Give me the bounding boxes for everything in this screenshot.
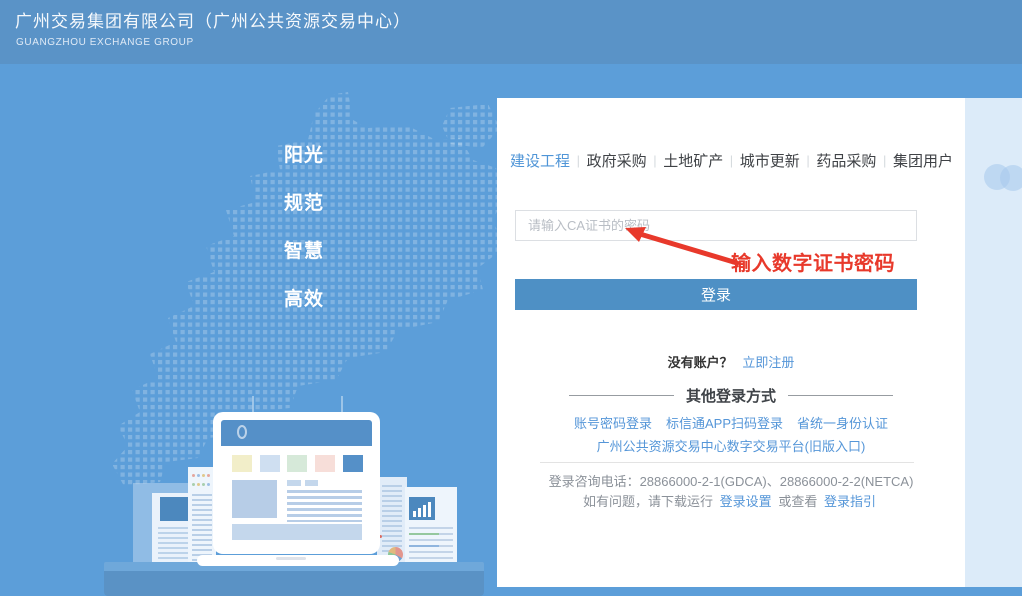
screen-tile [232,455,252,472]
tab-separator: | [577,153,580,168]
account-password-login-link[interactable]: 账号密码登录 [574,413,652,432]
mini-bar-chart [409,497,435,520]
screen-chip [305,480,318,486]
document-image-block [160,497,188,521]
highlight-line [409,533,439,535]
decorative-circle [1000,165,1022,191]
tab-land-minerals[interactable]: 土地矿产 [663,150,723,171]
laptop-notch [276,557,306,560]
help-row: 如有问题，请下载运行 登录设置 或查看 登录指引 [497,491,965,510]
screen-image-block [232,480,277,518]
document-dots [192,483,210,486]
tab-separator: | [806,153,809,168]
alt-login-links: 账号密码登录 标信通APP扫码登录 省统一身份认证 [497,413,965,432]
site-title: 广州交易集团有限公司（广州公共资源交易中心） [15,7,411,32]
laptop-screen-header [221,420,372,446]
screen-text-lines [287,490,362,522]
laptop-illustration [213,412,380,554]
login-page: 广州交易集团有限公司（广州公共资源交易中心） GUANGZHOU EXCHANG… [0,0,1022,596]
site-subtitle: GUANGZHOU EXCHANGE GROUP [16,37,194,48]
tab-group-user[interactable]: 集团用户 [893,150,953,171]
highlight-line [409,545,439,547]
screen-tile [343,455,363,472]
other-login-divider: 其他登录方式 [497,385,965,406]
document-dots [192,474,210,477]
login-settings-link[interactable]: 登录设置 [720,494,772,509]
register-row: 没有账户？ 立即注册 [497,352,965,371]
tab-separator: | [730,153,733,168]
help-prefix: 如有问题，请下载运行 [583,494,713,509]
divider-line [788,395,893,396]
login-panel: 建设工程 | 政府采购 | 土地矿产 | 城市更新 | 药品采购 | 集团用户 … [497,98,965,587]
screen-tile [260,455,280,472]
legacy-platform-link[interactable]: 广州公共资源交易中心数字交易平台(旧版入口) [597,439,866,454]
antenna-line [252,396,254,413]
register-link[interactable]: 立即注册 [742,355,794,370]
laptop-base [197,555,399,566]
antenna-line [341,396,343,413]
slogan-sunshine: 阳光 [284,146,324,165]
annotation-label: 输入数字证书密码 [731,247,895,276]
screen-tile [315,455,335,472]
platform-front [104,571,484,596]
screen-tile [287,455,307,472]
legacy-platform-row: 广州公共资源交易中心数字交易平台(旧版入口) [497,436,965,455]
document-text-lines [409,527,453,559]
no-account-label: 没有账户？ [668,355,733,370]
slogan-efficient: 高效 [284,290,324,309]
slogan-standard: 规范 [284,194,324,213]
login-tabs: 建设工程 | 政府采购 | 土地矿产 | 城市更新 | 药品采购 | 集团用户 [510,150,953,171]
tab-construction[interactable]: 建设工程 [510,150,570,171]
slogan-list: 阳光 规范 智慧 高效 [284,146,324,309]
screen-bottom-bar [232,524,362,540]
logo-ring-icon [237,425,247,439]
tab-separator: | [653,153,656,168]
consult-phone: 登录咨询电话：28866000-2-1(GDCA)、28866000-2-2(N… [497,471,965,490]
tab-drug-procurement[interactable]: 药品采购 [816,150,876,171]
tab-government-procurement[interactable]: 政府采购 [587,150,647,171]
tab-urban-renewal[interactable]: 城市更新 [740,150,800,171]
document-sheet [405,487,457,567]
screen-chip [287,480,301,486]
panel-divider [540,462,914,463]
divider-line [569,395,674,396]
divider-label: 其他登录方式 [686,385,776,406]
help-middle: 或查看 [778,494,817,509]
app-scan-login-link[interactable]: 标信通APP扫码登录 [666,413,783,432]
tab-separator: | [883,153,886,168]
login-button[interactable]: 登录 [515,279,917,310]
top-header-bar: 广州交易集团有限公司（广州公共资源交易中心） GUANGZHOU EXCHANG… [0,0,1022,64]
login-guide-link[interactable]: 登录指引 [824,494,876,509]
provincial-identity-link[interactable]: 省统一身份认证 [797,413,888,432]
side-strip [965,98,1022,587]
slogan-smart: 智慧 [284,242,324,261]
red-arrow-icon [613,220,743,270]
